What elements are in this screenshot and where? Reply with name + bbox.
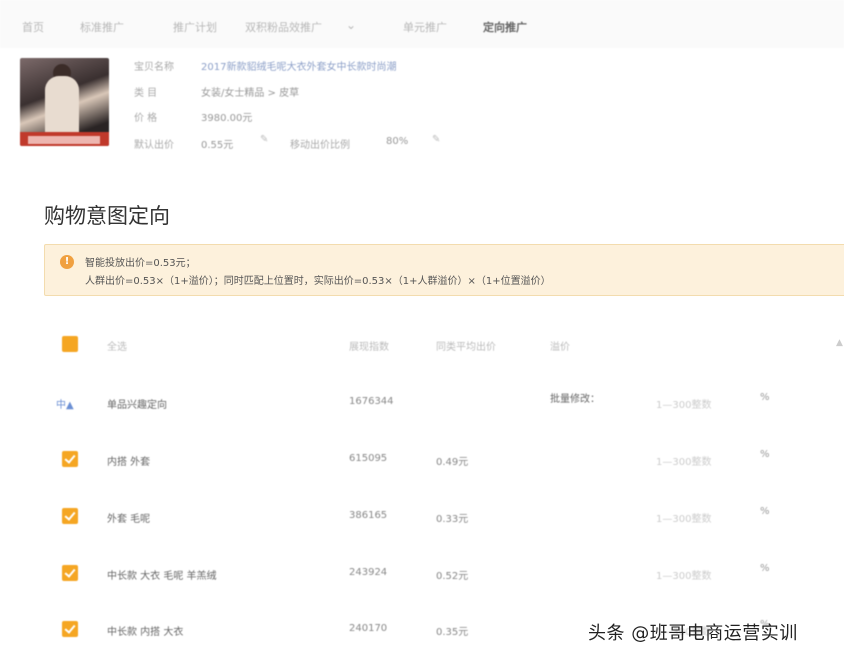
nav-item-standard[interactable]: 标准推广 [80,19,124,35]
notice-line-1: 智能投放出价=0.53元； [85,258,196,269]
page-title: 购物意图定向 [44,204,170,228]
row-avg-bid: 0.35元 [436,627,469,638]
chevron-down-icon[interactable]: ⌄ [346,18,356,32]
nav-item-campaign[interactable]: 双积粉品效推广 [245,19,322,35]
percent-unit: % [760,449,770,460]
batch-premium-input[interactable]: 1—300整数 [656,396,711,411]
row-avg-bid: 0.33元 [436,514,469,525]
row-premium-input[interactable]: 1—300整数 [656,453,711,468]
sort-icon[interactable]: ▲ [836,338,843,348]
percent-unit: % [760,506,770,517]
group-index: 1676344 [349,396,394,407]
row-index: 243924 [349,567,388,578]
pencil-icon[interactable]: ✎ [260,134,268,145]
nav-item-targeting[interactable]: 定向推广 [483,19,527,35]
row-premium-input[interactable]: 1—300整数 [656,510,711,525]
select-all-checkbox[interactable] [62,336,78,352]
percent-unit: % [760,392,770,403]
row-label: 中长款 大衣 毛呢 羊羔绒 [107,571,217,582]
header-index: 展现指数 [349,342,389,353]
row-label: 外套 毛呢 [107,514,151,525]
row-label: 中长款 内搭 大衣 [107,627,184,638]
product-price: 3980.00元 [201,113,253,124]
row-checkbox[interactable] [62,508,78,524]
header-premium: 溢价 [550,342,570,353]
header-avg-bid: 同类平均出价 [436,342,496,353]
product-name-label: 宝贝名称 [134,62,174,73]
nav-item-unit[interactable]: 单元推广 [403,19,447,35]
warning-icon: ! [60,255,74,269]
row-index: 615095 [349,453,388,464]
top-navigation: 首页 标准推广 推广计划 双积粉品效推广 ⌄ 单元推广 定向推广 [0,0,844,48]
pencil-icon[interactable]: ✎ [432,134,440,145]
row-index: 240170 [349,623,388,634]
percent-unit: % [760,563,770,574]
product-thumbnail [20,58,109,146]
batch-edit-label: 批量修改： [550,394,600,405]
row-premium-input[interactable]: 1—300整数 [656,567,711,582]
row-avg-bid: 0.49元 [436,457,469,468]
bid-notice: ! 智能投放出价=0.53元； 人群出价=0.53×（1+溢价）；同时匹配上位置… [44,244,844,296]
collapse-toggle-icon[interactable]: 中▲ [56,396,74,411]
row-checkbox[interactable] [62,621,78,637]
notice-line-2: 人群出价=0.53×（1+溢价）；同时匹配上位置时，实际出价=0.53×（1+人… [85,276,551,287]
nav-item-home[interactable]: 首页 [22,19,44,35]
group-label: 单品兴趣定向 [107,400,167,411]
row-label: 内搭 外套 [107,457,151,468]
nav-item-plan[interactable]: 推广计划 [173,19,217,35]
row-index: 386165 [349,510,388,521]
product-category: 女装/女士精品 > 皮草 [201,88,300,99]
mobile-ratio-value: 80% [386,136,409,147]
default-bid-value: 0.55元 [201,140,234,151]
default-bid-label: 默认出价 [134,140,174,151]
mobile-ratio-label: 移动出价比例 [290,140,350,151]
product-category-label: 类 目 [134,88,158,99]
product-name[interactable]: 2017新款貂绒毛呢大衣外套女中长款时尚潮 [201,58,396,73]
row-checkbox[interactable] [62,451,78,467]
select-all-label: 全选 [107,342,127,353]
watermark-text: 头条 @班哥电商运营实训 [588,623,798,644]
product-price-label: 价 格 [134,113,158,124]
row-avg-bid: 0.52元 [436,571,469,582]
row-checkbox[interactable] [62,565,78,581]
